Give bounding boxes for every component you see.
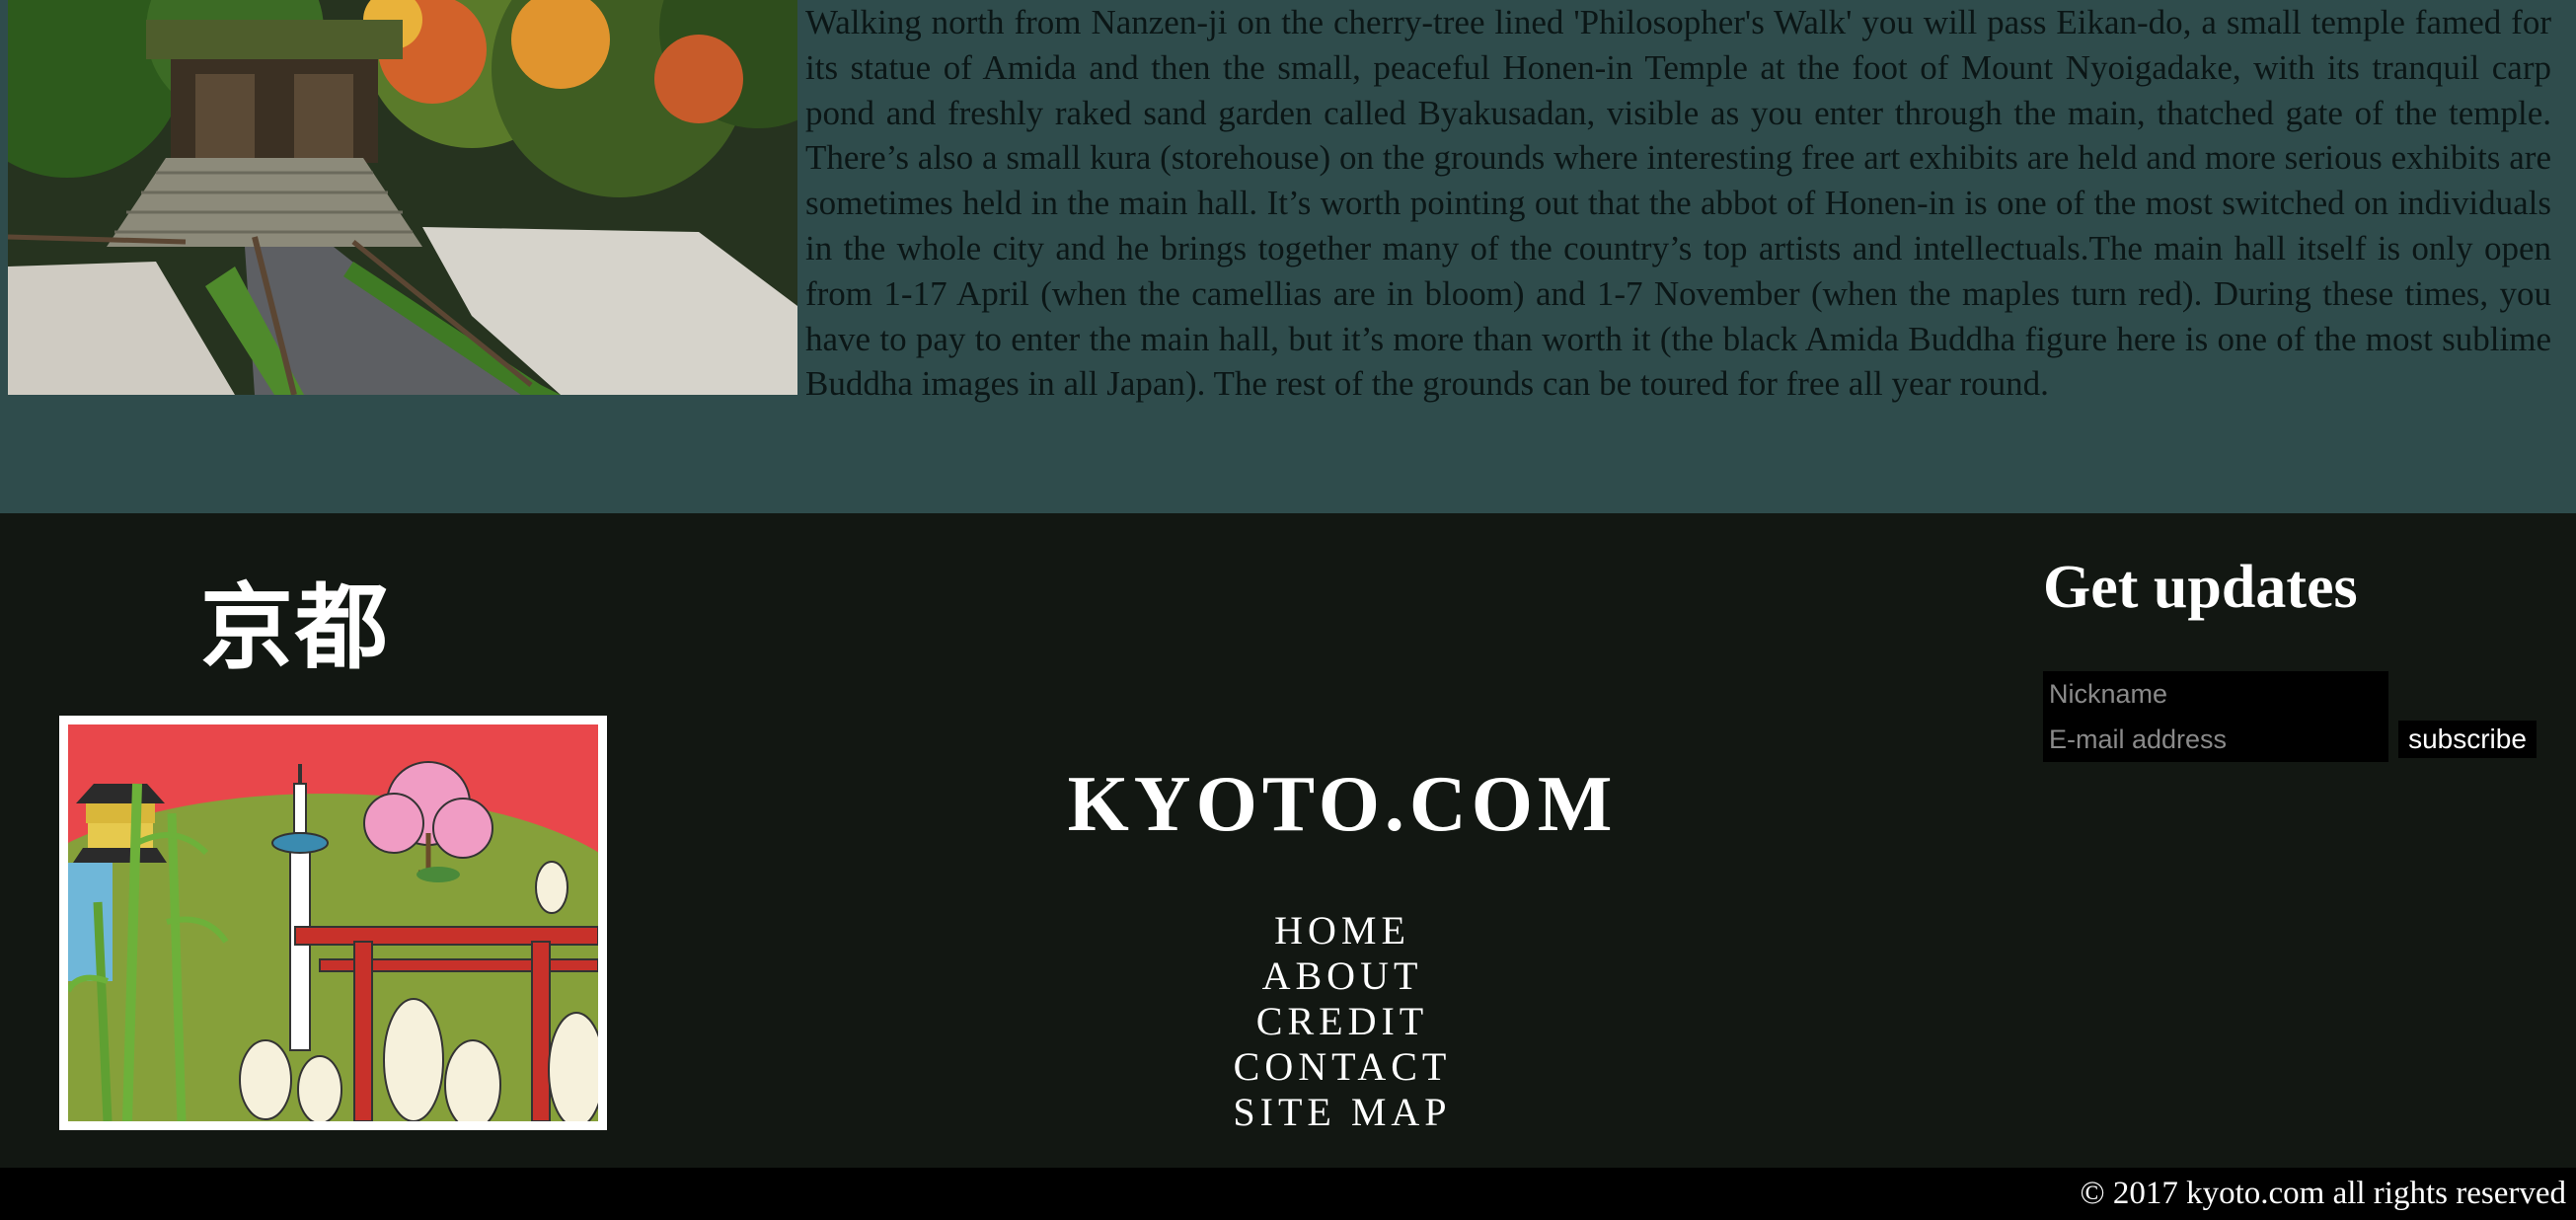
- nav-link-site-map[interactable]: SITE MAP: [1046, 1090, 1638, 1135]
- site-footer: 京都 KYOTO.COM HOME ABOUT CREDIT CONTACT S…: [0, 513, 2576, 1168]
- kyoto-illustration-poster: [59, 716, 607, 1130]
- get-updates-heading: Get updates: [2043, 554, 2358, 621]
- nickname-input[interactable]: [2043, 671, 2388, 717]
- kyoto-kanji-logo: 京都: [200, 574, 391, 682]
- email-input[interactable]: [2043, 717, 2388, 762]
- site-title: KYOTO.COM: [1067, 761, 1618, 848]
- copyright-bar: © 2017 kyoto.com all rights reserved: [0, 1168, 2576, 1220]
- subscribe-button[interactable]: subscribe: [2398, 721, 2537, 758]
- temple-gate-photo: [8, 0, 797, 395]
- nav-link-credit[interactable]: CREDIT: [1046, 999, 1638, 1044]
- nav-link-contact[interactable]: CONTACT: [1046, 1044, 1638, 1090]
- subscribe-form: [2043, 671, 2388, 762]
- article-section: Walking north from Nanzen-ji on the cher…: [0, 0, 2576, 513]
- footer-nav: HOME ABOUT CREDIT CONTACT SITE MAP: [1046, 908, 1638, 1135]
- nav-link-home[interactable]: HOME: [1046, 908, 1638, 953]
- copyright-text: © 2017 kyoto.com all rights reserved: [2080, 1176, 2566, 1211]
- nav-link-about[interactable]: ABOUT: [1046, 953, 1638, 999]
